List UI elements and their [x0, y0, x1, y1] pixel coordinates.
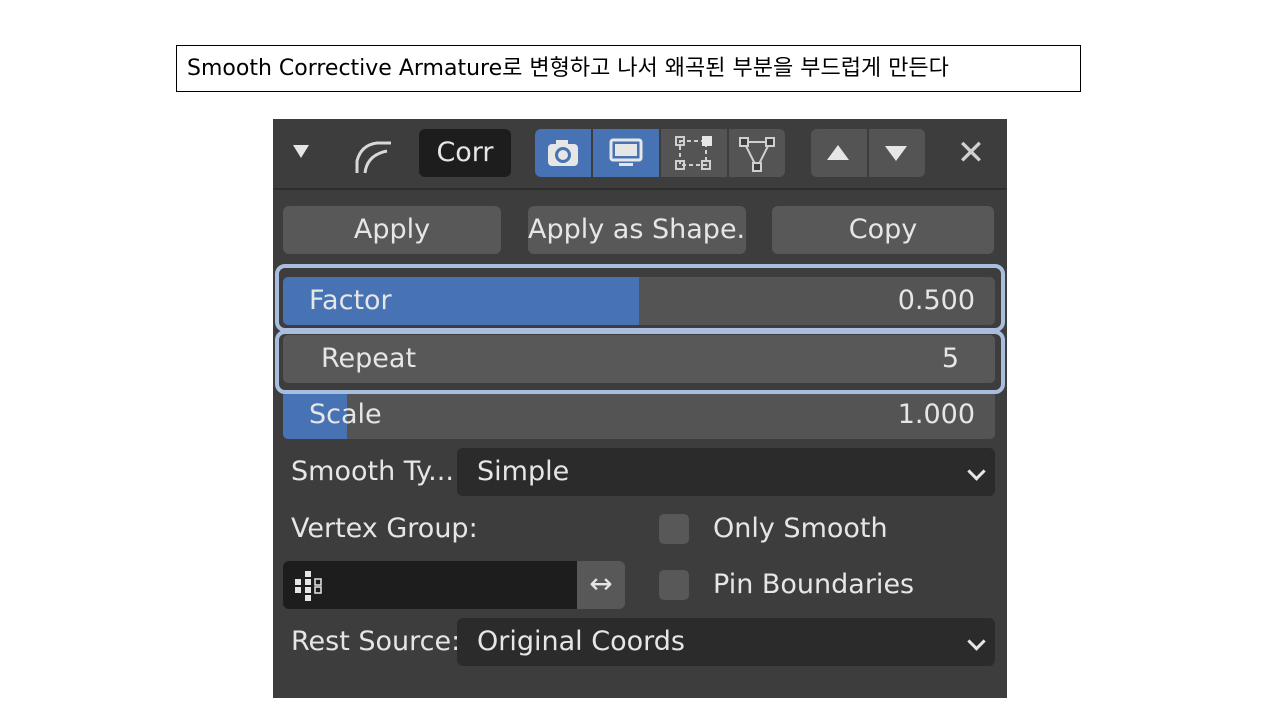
chevron-down-icon [967, 462, 986, 481]
monitor-icon [609, 138, 643, 166]
only-smooth-checkbox[interactable] [659, 514, 689, 544]
header-divider [273, 188, 1007, 190]
pin-boundaries-checkbox[interactable] [659, 570, 689, 600]
toggle-render-button[interactable] [535, 129, 591, 177]
corrective-smooth-modifier-panel: Corr ✕ Apply Apply as Shape... Copy Fact… [273, 119, 1007, 698]
triangle-down-icon[interactable] [293, 145, 309, 158]
move-down-button[interactable] [869, 129, 925, 177]
scale-label: Scale [309, 399, 382, 430]
invert-vertex-group-button[interactable]: ↔ [577, 561, 625, 609]
close-icon[interactable]: ✕ [953, 133, 989, 173]
pin-boundaries-label: Pin Boundaries [713, 569, 915, 600]
arrow-down-icon [885, 146, 907, 161]
editmode-icon [675, 136, 712, 170]
highlight-box-repeat [275, 330, 1005, 394]
rest-source-value: Original Coords [477, 626, 685, 657]
highlight-box-factor [275, 264, 1005, 332]
move-up-button[interactable] [811, 129, 867, 177]
rest-source-dropdown[interactable]: Original Coords [457, 618, 995, 666]
vertex-group-label: Vertex Group: [291, 513, 478, 544]
smooth-type-value: Simple [477, 456, 570, 487]
scale-slider[interactable]: Scale 1.000 [283, 391, 995, 439]
arrow-up-icon [827, 145, 849, 160]
vertex-group-icon [295, 571, 322, 601]
modifier-header: Corr ✕ [273, 119, 1007, 189]
toggle-editmode-button[interactable] [661, 129, 727, 177]
vertex-group-field[interactable] [283, 561, 577, 609]
smooth-type-dropdown[interactable]: Simple [457, 448, 995, 496]
apply-as-shape-button[interactable]: Apply as Shape... [528, 206, 746, 254]
scale-value: 1.000 [897, 399, 975, 430]
caption-box: Smooth Corrective Armature로 변형하고 나서 왜곡된 … [176, 45, 1081, 92]
smooth-type-label: Smooth Ty... [291, 456, 454, 487]
toggle-cage-button[interactable] [729, 129, 785, 177]
apply-button[interactable]: Apply [283, 206, 501, 254]
chevron-down-icon [967, 632, 986, 651]
rest-source-label: Rest Source: [291, 626, 461, 657]
toggle-viewport-button[interactable] [593, 129, 659, 177]
only-smooth-label: Only Smooth [713, 513, 888, 544]
copy-button[interactable]: Copy [772, 206, 994, 254]
modifier-name-field[interactable]: Corr [419, 129, 511, 177]
corrective-smooth-icon [355, 141, 391, 174]
camera-icon [548, 140, 578, 166]
cage-vertex-icon [739, 137, 775, 172]
